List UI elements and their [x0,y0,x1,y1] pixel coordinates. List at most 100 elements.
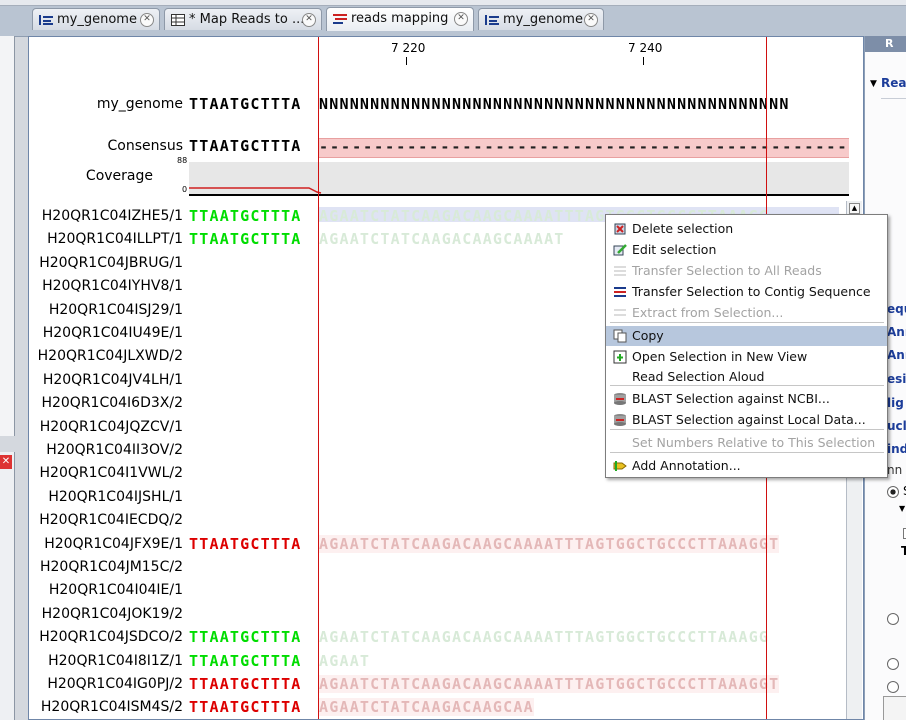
read-name[interactable]: H20QR1C04IECDQ/2 [31,512,183,528]
side-panel-item[interactable]: ucl [887,419,906,433]
tab-reads-mapping[interactable]: reads mapping ✕ [326,7,474,31]
dropdown-arrow-icon[interactable]: ▼ [899,504,905,513]
coverage-max: 88 [177,156,188,165]
read-sequence-prefix: TTAATGCTTTA [189,207,302,225]
menu-item-label: Read Selection Aloud [632,369,765,384]
menu-separator [610,452,884,453]
read-name[interactable]: H20QR1C04JOK19/2 [31,606,183,622]
menu-item-add-annotation[interactable]: Add Annotation... [606,456,887,476]
read-name[interactable]: H20QR1C04JBRUG/1 [31,255,183,271]
ruler-label-7240: 7 240 [628,41,663,55]
consensus-gap-region: ----------------------------------------… [319,138,849,158]
read-sequence-prefix: TTAATGCTTTA [189,675,302,693]
read-name[interactable]: H20QR1C04I6D3X/2 [31,395,183,411]
close-tab-icon[interactable]: ✕ [140,13,154,27]
read-sequence-tail: AGAATCTATCAAGACAAGCAAAATTTAGTGGCTGCCCTTA… [319,675,780,693]
menu-item-transfer-selection-to-contig-sequence[interactable]: Transfer Selection to Contig Sequence [606,282,887,302]
read-sequence-prefix: TTAATGCTTTA [189,230,302,248]
transfer-all-icon [614,266,626,276]
read-name[interactable]: H20QR1C04JLXWD/2 [31,348,183,364]
menu-item-label: Copy [632,328,664,343]
read-name[interactable]: H20QR1C04ISM4S/2 [31,699,183,715]
menu-item-delete-selection[interactable]: Delete selection [606,219,887,239]
expand-triangle-icon[interactable]: ▼ [870,79,877,89]
ruler-tick [406,57,407,65]
read-name[interactable]: H20QR1C04I8I1Z/1 [31,653,183,669]
selection-start-line [318,37,319,719]
read-sequence-tail: AGAATCTATCAAGACAAGCAA [319,698,534,716]
menu-item-label: Transfer Selection to All Reads [632,263,822,278]
read-name[interactable]: H20QR1C04ILLPT/1 [31,231,183,247]
coverage-curve [189,187,322,194]
side-panel-item[interactable]: Rea [881,76,906,90]
menu-item-edit-selection[interactable]: Edit selection [606,240,887,260]
radio-button[interactable] [887,658,899,670]
menu-item-transfer-selection-to-all-reads[interactable]: Transfer Selection to All Reads [606,261,887,281]
menu-item-copy[interactable]: Copy [606,326,887,346]
editor-tab-strip: my_genome ✕ * Map Reads to ... ✕ reads m… [0,0,906,37]
coverage-graph [189,162,849,196]
menu-separator [610,322,884,323]
coverage-label: Coverage [85,168,153,184]
read-name[interactable]: H20QR1C04JSDCO/2 [31,629,183,645]
read-name[interactable]: H20QR1C04IG0PJ/2 [31,676,183,692]
read-sequence-tail: AGAATCTATCAAGACAAGCAAAATTTAGTGGCTGCCCTTA… [319,628,770,646]
close-tab-icon[interactable]: ✕ [302,13,316,27]
menu-item-blast-selection-against-ncbi[interactable]: BLAST Selection against NCBI... [606,389,887,409]
delete-selection-icon [614,223,626,235]
menu-item-label: BLAST Selection against Local Data... [632,412,866,427]
read-sequence-prefix: TTAATGCTTTA [189,535,302,553]
add-annotation-icon [613,461,627,471]
read-name[interactable]: H20QR1C04IU49E/1 [31,325,183,341]
tab-my-genome-1[interactable]: my_genome ✕ [32,8,160,30]
menu-item-read-selection-aloud[interactable]: Read Selection Aloud [606,367,887,387]
read-name[interactable]: H20QR1C04JFX9E/1 [31,536,183,552]
close-tab-icon[interactable]: ✕ [584,13,598,27]
genome-sequence-suffix: NNNNNNNNNNNNNNNNNNNNNNNNNNNNNNNNNNNNNNNN… [319,95,790,113]
tab-my-genome-2[interactable]: my_genome ✕ [478,8,604,30]
menu-item-extract-from-selection[interactable]: Extract from Selection... [606,303,887,323]
read-name[interactable]: H20QR1C04IZHE5/1 [31,208,183,224]
menu-item-label: Add Annotation... [632,458,741,473]
menu-item-blast-selection-against-local-data[interactable]: BLAST Selection against Local Data... [606,410,887,430]
read-name[interactable]: H20QR1C04I04IE/1 [31,582,183,598]
read-name[interactable]: H20QR1C04IYHV8/1 [31,278,183,294]
close-tab-icon[interactable]: ✕ [454,12,468,26]
menu-item-label: Delete selection [632,221,734,236]
genome-track-label: my_genome [96,96,183,112]
read-sequence-prefix: TTAATGCTTTA [189,652,302,670]
radio-button[interactable] [887,486,899,498]
close-panel-icon[interactable]: ✕ [0,455,12,469]
read-name[interactable]: H20QR1C04JQZCV/1 [31,419,183,435]
table-icon [171,14,185,26]
side-panel-item[interactable]: Ann [887,325,906,339]
left-panel-upper [0,36,15,436]
menu-item-open-selection-in-new-view[interactable]: Open Selection in New View [606,347,887,367]
radio-button[interactable] [887,681,899,693]
side-panel-header: R [865,36,906,52]
read-name[interactable]: H20QR1C04JV4LH/1 [31,372,183,388]
side-panel-item[interactable]: lig [887,396,904,410]
toolbar-remnant [0,0,906,6]
read-sequence-tail: AGAATCTATCAAGACAAGCAAAATTTAGTGGCTGCCCTTA… [319,535,780,553]
read-name[interactable]: H20QR1C04II3OV/2 [31,442,183,458]
read-name[interactable]: H20QR1C04ISJ29/1 [31,302,183,318]
read-name[interactable]: H20QR1C04IJSHL/1 [31,489,183,505]
read-name[interactable]: H20QR1C04JM15C/2 [31,559,183,575]
side-panel-item[interactable]: Ann [887,348,906,362]
side-panel-item: nn [887,463,903,477]
side-panel-item[interactable]: ind [887,442,906,456]
menu-item-set-numbers-relative-to-this-selection[interactable]: Set Numbers Relative to This Selection [606,433,887,453]
side-panel-item[interactable]: esi [887,372,906,386]
selection-context-menu: Delete selection Edit selection Transfer S… [605,214,888,478]
tab-map-reads[interactable]: * Map Reads to ... ✕ [164,8,322,30]
scroll-up-icon[interactable]: ▲ [849,203,860,214]
read-name[interactable]: H20QR1C04I1VWL/2 [31,465,183,481]
side-panel-field[interactable] [883,696,906,720]
left-panel-lower [0,452,15,720]
read-sequence-prefix: TTAATGCTTTA [189,698,302,716]
edit-selection-icon [613,244,627,256]
ruler-label-7220: 7 220 [391,41,426,55]
radio-button[interactable] [887,613,899,625]
side-panel-item[interactable]: equ [887,302,906,316]
